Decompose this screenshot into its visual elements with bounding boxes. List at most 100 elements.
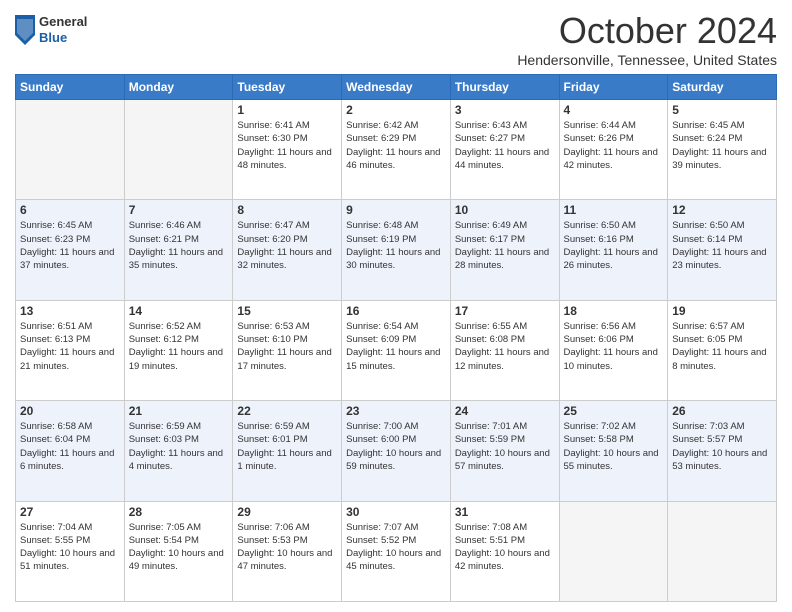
calendar-cell: 6 Sunrise: 6:45 AM Sunset: 6:23 PM Daylig… [16, 200, 125, 300]
day-number: 1 [237, 103, 337, 117]
calendar-cell: 12 Sunrise: 6:50 AM Sunset: 6:14 PM Dayli… [668, 200, 777, 300]
week-row-3: 13 Sunrise: 6:51 AM Sunset: 6:13 PM Dayli… [16, 300, 777, 400]
calendar-cell: 14 Sunrise: 6:52 AM Sunset: 6:12 PM Dayli… [124, 300, 233, 400]
week-row-1: 1 Sunrise: 6:41 AM Sunset: 6:30 PM Daylig… [16, 100, 777, 200]
calendar-cell: 25Sunrise: 7:02 AM Sunset: 5:58 PM Dayli… [559, 401, 668, 501]
day-info: Sunrise: 6:52 AM Sunset: 6:12 PM Dayligh… [129, 320, 229, 373]
day-info: Sunrise: 6:41 AM Sunset: 6:30 PM Dayligh… [237, 119, 337, 172]
day-info: Sunrise: 7:07 AM Sunset: 5:52 PM Dayligh… [346, 521, 446, 574]
calendar-cell: 19Sunrise: 6:57 AM Sunset: 6:05 PM Dayli… [668, 300, 777, 400]
calendar-cell: 20Sunrise: 6:58 AM Sunset: 6:04 PM Dayli… [16, 401, 125, 501]
logo-general-text: General [39, 14, 87, 30]
day-number: 4 [564, 103, 664, 117]
day-number: 7 [129, 203, 229, 217]
header: General Blue October 2024 Hendersonville… [15, 10, 777, 68]
calendar-cell [124, 100, 233, 200]
calendar-cell: 16Sunrise: 6:54 AM Sunset: 6:09 PM Dayli… [342, 300, 451, 400]
weekday-header-saturday: Saturday [668, 75, 777, 100]
day-info: Sunrise: 7:03 AM Sunset: 5:57 PM Dayligh… [672, 420, 772, 473]
calendar-cell: 5 Sunrise: 6:45 AM Sunset: 6:24 PM Daylig… [668, 100, 777, 200]
weekday-header-thursday: Thursday [450, 75, 559, 100]
week-row-2: 6 Sunrise: 6:45 AM Sunset: 6:23 PM Daylig… [16, 200, 777, 300]
day-number: 17 [455, 304, 555, 318]
day-number: 13 [20, 304, 120, 318]
calendar-cell: 7 Sunrise: 6:46 AM Sunset: 6:21 PM Daylig… [124, 200, 233, 300]
title-block: October 2024 Hendersonville, Tennessee, … [517, 10, 777, 68]
day-info: Sunrise: 6:51 AM Sunset: 6:13 PM Dayligh… [20, 320, 120, 373]
day-info: Sunrise: 6:42 AM Sunset: 6:29 PM Dayligh… [346, 119, 446, 172]
calendar-cell: 3 Sunrise: 6:43 AM Sunset: 6:27 PM Daylig… [450, 100, 559, 200]
weekday-header-wednesday: Wednesday [342, 75, 451, 100]
calendar-cell: 22Sunrise: 6:59 AM Sunset: 6:01 PM Dayli… [233, 401, 342, 501]
calendar-table: SundayMondayTuesdayWednesdayThursdayFrid… [15, 74, 777, 602]
calendar-cell: 31 Sunrise: 7:08 AM Sunset: 5:51 PM Dayli… [450, 501, 559, 601]
calendar-cell: 26 Sunrise: 7:03 AM Sunset: 5:57 PM Dayli… [668, 401, 777, 501]
calendar-cell [668, 501, 777, 601]
day-number: 27 [20, 505, 120, 519]
calendar-cell [16, 100, 125, 200]
logo-text: General Blue [39, 14, 87, 45]
location: Hendersonville, Tennessee, United States [517, 52, 777, 68]
calendar-cell: 10 Sunrise: 6:49 AM Sunset: 6:17 PM Dayli… [450, 200, 559, 300]
day-info: Sunrise: 6:44 AM Sunset: 6:26 PM Dayligh… [564, 119, 664, 172]
calendar-cell: 24Sunrise: 7:01 AM Sunset: 5:59 PM Dayli… [450, 401, 559, 501]
day-info: Sunrise: 6:45 AM Sunset: 6:23 PM Dayligh… [20, 219, 120, 272]
weekday-header-sunday: Sunday [16, 75, 125, 100]
calendar-cell: 2 Sunrise: 6:42 AM Sunset: 6:29 PM Daylig… [342, 100, 451, 200]
weekday-header-monday: Monday [124, 75, 233, 100]
day-number: 18 [564, 304, 664, 318]
day-number: 10 [455, 203, 555, 217]
day-info: Sunrise: 6:56 AM Sunset: 6:06 PM Dayligh… [564, 320, 664, 373]
logo-icon [15, 15, 35, 45]
day-info: Sunrise: 7:02 AM Sunset: 5:58 PM Dayligh… [564, 420, 664, 473]
day-number: 2 [346, 103, 446, 117]
day-number: 14 [129, 304, 229, 318]
day-number: 3 [455, 103, 555, 117]
day-info: Sunrise: 7:08 AM Sunset: 5:51 PM Dayligh… [455, 521, 555, 574]
logo: General Blue [15, 14, 87, 45]
calendar-cell: 13 Sunrise: 6:51 AM Sunset: 6:13 PM Dayli… [16, 300, 125, 400]
day-number: 28 [129, 505, 229, 519]
day-number: 6 [20, 203, 120, 217]
day-info: Sunrise: 7:00 AM Sunset: 6:00 PM Dayligh… [346, 420, 446, 473]
calendar-cell: 18 Sunrise: 6:56 AM Sunset: 6:06 PM Dayli… [559, 300, 668, 400]
calendar-cell: 11Sunrise: 6:50 AM Sunset: 6:16 PM Dayli… [559, 200, 668, 300]
day-info: Sunrise: 6:48 AM Sunset: 6:19 PM Dayligh… [346, 219, 446, 272]
day-number: 12 [672, 203, 772, 217]
day-number: 26 [672, 404, 772, 418]
day-info: Sunrise: 7:05 AM Sunset: 5:54 PM Dayligh… [129, 521, 229, 574]
day-info: Sunrise: 7:04 AM Sunset: 5:55 PM Dayligh… [20, 521, 120, 574]
day-info: Sunrise: 6:59 AM Sunset: 6:03 PM Dayligh… [129, 420, 229, 473]
weekday-header-row: SundayMondayTuesdayWednesdayThursdayFrid… [16, 75, 777, 100]
calendar-cell: 23 Sunrise: 7:00 AM Sunset: 6:00 PM Dayli… [342, 401, 451, 501]
logo-blue-text: Blue [39, 30, 87, 46]
calendar-cell: 4 Sunrise: 6:44 AM Sunset: 6:26 PM Daylig… [559, 100, 668, 200]
day-info: Sunrise: 6:50 AM Sunset: 6:14 PM Dayligh… [672, 219, 772, 272]
day-info: Sunrise: 7:01 AM Sunset: 5:59 PM Dayligh… [455, 420, 555, 473]
day-number: 21 [129, 404, 229, 418]
day-number: 5 [672, 103, 772, 117]
calendar-cell: 15Sunrise: 6:53 AM Sunset: 6:10 PM Dayli… [233, 300, 342, 400]
day-info: Sunrise: 6:49 AM Sunset: 6:17 PM Dayligh… [455, 219, 555, 272]
week-row-5: 27 Sunrise: 7:04 AM Sunset: 5:55 PM Dayli… [16, 501, 777, 601]
day-info: Sunrise: 6:46 AM Sunset: 6:21 PM Dayligh… [129, 219, 229, 272]
weekday-header-tuesday: Tuesday [233, 75, 342, 100]
day-number: 31 [455, 505, 555, 519]
day-number: 19 [672, 304, 772, 318]
calendar-cell: 9Sunrise: 6:48 AM Sunset: 6:19 PM Daylig… [342, 200, 451, 300]
calendar-cell: 27 Sunrise: 7:04 AM Sunset: 5:55 PM Dayli… [16, 501, 125, 601]
week-row-4: 20Sunrise: 6:58 AM Sunset: 6:04 PM Dayli… [16, 401, 777, 501]
day-number: 29 [237, 505, 337, 519]
day-number: 23 [346, 404, 446, 418]
calendar-cell: 28 Sunrise: 7:05 AM Sunset: 5:54 PM Dayli… [124, 501, 233, 601]
day-number: 20 [20, 404, 120, 418]
day-info: Sunrise: 6:50 AM Sunset: 6:16 PM Dayligh… [564, 219, 664, 272]
day-info: Sunrise: 6:43 AM Sunset: 6:27 PM Dayligh… [455, 119, 555, 172]
day-info: Sunrise: 6:47 AM Sunset: 6:20 PM Dayligh… [237, 219, 337, 272]
calendar-cell [559, 501, 668, 601]
day-info: Sunrise: 6:45 AM Sunset: 6:24 PM Dayligh… [672, 119, 772, 172]
calendar-cell: 30Sunrise: 7:07 AM Sunset: 5:52 PM Dayli… [342, 501, 451, 601]
day-info: Sunrise: 6:55 AM Sunset: 6:08 PM Dayligh… [455, 320, 555, 373]
calendar-cell: 8Sunrise: 6:47 AM Sunset: 6:20 PM Daylig… [233, 200, 342, 300]
day-info: Sunrise: 6:53 AM Sunset: 6:10 PM Dayligh… [237, 320, 337, 373]
